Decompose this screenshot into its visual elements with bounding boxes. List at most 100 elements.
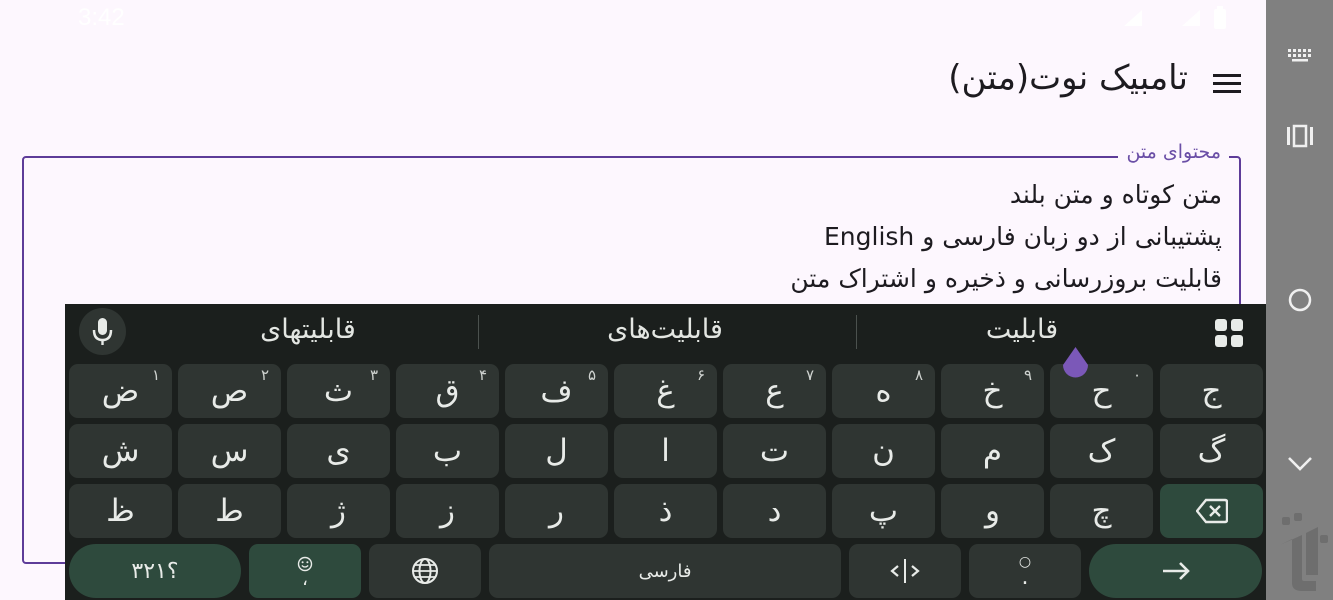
emoji-key[interactable]: ، [249,544,361,598]
key[interactable]: ع۷ [723,364,826,418]
key[interactable]: ج [1160,364,1263,418]
suggestion-2[interactable]: قابلیت‌های [607,314,723,345]
key-label: ب [432,433,463,469]
key-label: ز [440,493,455,529]
key[interactable]: ب [396,424,499,478]
cursor-handle[interactable] [1061,347,1090,382]
numbers-key[interactable]: ؟۳۲۱ [69,544,241,598]
key[interactable]: چ [1050,484,1153,538]
key-label: د [767,493,782,529]
suggestion-divider [856,315,857,349]
key-label: م [982,433,1003,469]
key-hint: ۰ [1132,366,1141,384]
key[interactable]: ن [832,424,935,478]
suggestion-3[interactable]: قابلیت [986,314,1058,345]
key-label: ذ [658,493,673,529]
punctuation-key-sub: . [1021,565,1029,590]
enter-key[interactable] [1089,544,1262,598]
key-label: ق [435,373,460,409]
key[interactable]: ط [178,484,281,538]
key[interactable]: ت [723,424,826,478]
suggestion-divider [478,315,479,349]
text-line-2: پشتیبانی از دو زبان فارسی و English [824,222,1222,251]
page-title: تامبیک نوت(متن) [948,58,1188,98]
recents-icon[interactable] [1286,122,1314,150]
language-key[interactable] [369,544,481,598]
signal-2-icon [1182,10,1200,26]
key-hint: ۱ [151,366,160,384]
key-label: ژ [331,493,346,529]
key-label: غ [656,373,675,409]
key[interactable]: ث۳ [287,364,390,418]
key[interactable]: ک [1050,424,1153,478]
signal-icon [1124,10,1142,26]
key[interactable]: ذ [614,484,717,538]
key-label: خ [982,373,1003,409]
key-label: ش [101,433,140,469]
cursor-key[interactable] [849,544,961,598]
key-label: ت [759,433,790,469]
key-label: و [985,493,1000,529]
key-label: ع [765,373,784,409]
key-label: ه [875,373,892,409]
key-label: ی [326,433,351,469]
key[interactable]: ظ [69,484,172,538]
globe-icon [412,558,438,584]
key-label: گ [1197,433,1226,469]
key[interactable]: ژ [287,484,390,538]
key[interactable]: گ [1160,424,1263,478]
key-hint: ۹ [1023,366,1032,384]
suggestion-1[interactable]: قابلیتهای [260,314,356,345]
key[interactable]: ض۱ [69,364,172,418]
key[interactable]: ز [396,484,499,538]
status-time: 3:42 [78,4,125,31]
key[interactable]: س [178,424,281,478]
back-icon[interactable] [1286,449,1314,477]
text-field-label: محتوای متن [1118,141,1229,163]
key-label: ک [1087,433,1116,469]
key[interactable]: ا [614,424,717,478]
key-label: ا [661,433,670,469]
key-label: ض [101,373,140,409]
key-label: چ [1091,493,1112,529]
key-label: ف [540,373,573,409]
emoji-key-sub: ، [302,569,308,590]
space-key[interactable]: فارسی [489,544,841,598]
key[interactable]: ر [505,484,608,538]
key-hint: ۷ [805,366,814,384]
mic-button[interactable] [79,308,126,355]
key[interactable]: ص۲ [178,364,281,418]
menu-icon[interactable] [1213,71,1241,95]
key-hint: ۸ [914,366,923,384]
keyboard-icon[interactable] [1286,40,1314,68]
key-label: س [210,433,249,469]
key-hint: ۲ [260,366,269,384]
cursor-move-icon [890,559,920,583]
backspace-key[interactable] [1160,484,1263,538]
key-label: ل [545,433,568,469]
punctuation-key[interactable]: ○ . [969,544,1081,598]
key-hint: ۳ [369,366,378,384]
key[interactable]: و [941,484,1044,538]
key[interactable]: خ۹ [941,364,1044,418]
key[interactable]: ی [287,424,390,478]
key[interactable]: ه۸ [832,364,935,418]
key-label: ن [872,433,895,469]
key-label: ط [215,493,244,529]
apps-grid-icon[interactable] [1214,318,1244,348]
key-hint: ۶ [696,366,705,384]
key[interactable]: ل [505,424,608,478]
key-label: ج [1201,373,1222,409]
key-label: ح [1091,373,1112,409]
key[interactable]: م [941,424,1044,478]
home-icon[interactable] [1286,286,1314,314]
key[interactable]: ش [69,424,172,478]
key[interactable]: د [723,484,826,538]
key-hint: ۴ [478,366,487,384]
store-logo-watermark [1280,513,1328,591]
key[interactable]: پ [832,484,935,538]
key[interactable]: غ۶ [614,364,717,418]
key[interactable]: ق۴ [396,364,499,418]
key[interactable]: ف۵ [505,364,608,418]
key-label: ث [323,373,354,409]
